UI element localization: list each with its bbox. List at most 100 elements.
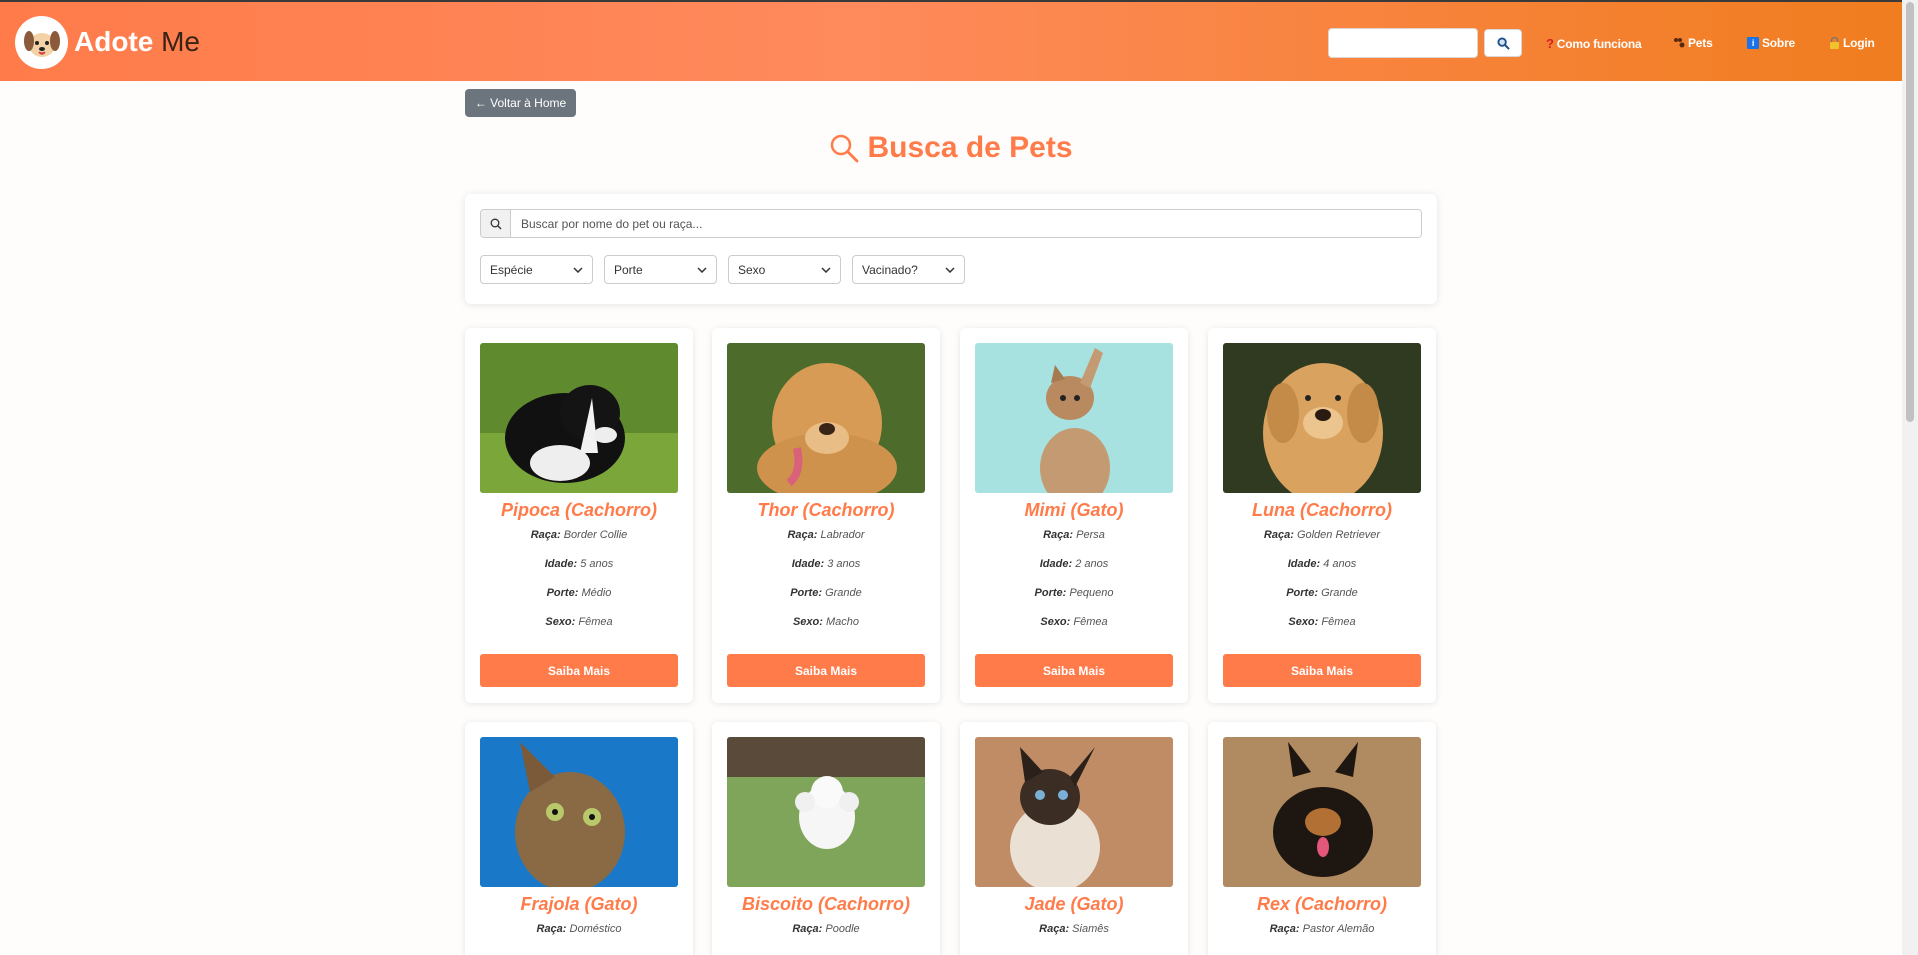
pet-size: Porte: Pequeno — [960, 587, 1188, 599]
page-scrollbar[interactable] — [1902, 0, 1918, 955]
paw-icon — [1674, 38, 1685, 48]
field-label: Raça: — [787, 529, 818, 541]
pet-name: Thor (Cachorro) — [757, 500, 895, 520]
pet-photo-cat — [975, 343, 1173, 493]
pet-breed: Raça: Siamês — [960, 923, 1188, 935]
field-value: 2 anos — [1075, 558, 1109, 570]
pet-search-input[interactable] — [511, 210, 1421, 237]
info-icon: i — [1747, 37, 1759, 49]
field-value: Poodle — [825, 923, 860, 935]
vaccinated-select[interactable]: Vacinado? — [852, 255, 965, 284]
pet-sex: Sexo: Fêmea — [465, 616, 693, 628]
question-icon: ? — [1546, 36, 1554, 51]
pet-breed: Raça: Doméstico — [465, 923, 693, 935]
pet-age: Idade: 4 anos — [1208, 558, 1436, 570]
select-value: Porte — [614, 262, 643, 277]
pet-search-group — [480, 209, 1422, 238]
pet-sex: Sexo: Macho — [712, 616, 940, 628]
field-label: Raça: — [536, 923, 567, 935]
field-label: Raça: — [1269, 923, 1300, 935]
brand-name[interactable]: Adote Me — [74, 26, 200, 58]
site-header: Adote Me ? Como funciona Pets i Sobre Lo… — [0, 0, 1902, 81]
pet-breed: Raça: Border Collie — [465, 529, 693, 541]
pet-card: Mimi (Gato) Raça: Persa Idade: 2 anos Po… — [960, 328, 1188, 703]
button-label: Saiba Mais — [794, 663, 858, 678]
saiba-mais-button[interactable]: Saiba Mais — [1223, 654, 1421, 687]
pet-name: Jade (Gato) — [1024, 894, 1124, 914]
header-search-input[interactable] — [1328, 28, 1478, 58]
field-value: Grande — [825, 587, 862, 599]
search-icon — [831, 134, 859, 163]
sex-select[interactable]: Sexo — [728, 255, 841, 284]
pet-breed: Raça: Golden Retriever — [1208, 529, 1436, 541]
pet-name: Biscoito (Cachorro) — [741, 894, 910, 914]
page-title-text: Busca de Pets — [867, 131, 1073, 164]
pet-age: Idade: 3 anos — [712, 558, 940, 570]
field-value: Grande — [1321, 587, 1358, 599]
field-label: Idade: — [791, 558, 825, 570]
field-label: Raça: — [1263, 529, 1294, 541]
pet-card: Frajola (Gato) Raça: Doméstico — [465, 722, 693, 955]
nav-login[interactable]: Login — [1829, 36, 1875, 50]
saiba-mais-button[interactable]: Saiba Mais — [975, 654, 1173, 687]
nav-como-funciona[interactable]: ? Como funciona — [1546, 36, 1642, 51]
pet-breed: Raça: Poodle — [712, 923, 940, 935]
pet-name: Frajola (Gato) — [520, 894, 638, 914]
pet-name: Pipoca (Cachorro) — [500, 500, 658, 520]
pet-photo-dog — [480, 343, 678, 493]
brand-rest: Me — [153, 26, 201, 57]
select-value: Espécie — [490, 262, 533, 277]
field-value: 4 anos — [1323, 558, 1357, 570]
nav-label: Sobre — [1762, 36, 1796, 50]
filter-panel: Espécie Porte Sexo Vacinado? — [465, 194, 1437, 304]
pet-photo-dog — [727, 737, 925, 887]
brand-bold: Adote — [74, 26, 154, 57]
pet-card: Biscoito (Cachorro) Raça: Poodle — [712, 722, 940, 955]
pet-card: Jade (Gato) Raça: Siamês — [960, 722, 1188, 955]
field-label: Sexo: — [1288, 616, 1319, 628]
species-select[interactable]: Espécie — [480, 255, 593, 284]
pet-photo-dog — [1223, 343, 1421, 493]
back-home-label: ← Voltar à Home — [474, 96, 567, 110]
field-label: Idade: — [1287, 558, 1321, 570]
field-value: Médio — [581, 587, 612, 599]
pet-sex: Sexo: Fêmea — [1208, 616, 1436, 628]
chevron-down-icon — [573, 266, 583, 273]
field-label: Raça: — [1043, 529, 1074, 541]
nav-sobre[interactable]: i Sobre — [1747, 36, 1795, 50]
header-search-button[interactable] — [1484, 29, 1522, 57]
pet-breed: Raça: Persa — [960, 529, 1188, 541]
chevron-down-icon — [821, 266, 831, 273]
pet-photo-dog — [1223, 737, 1421, 887]
pet-card: Pipoca (Cachorro) Raça: Border Collie Id… — [465, 328, 693, 703]
field-value: Macho — [826, 616, 860, 628]
field-label: Sexo: — [545, 616, 576, 628]
search-icon — [481, 210, 511, 237]
pet-name: Luna (Cachorro) — [1251, 500, 1392, 520]
back-home-button[interactable]: ← Voltar à Home — [465, 89, 576, 117]
field-label: Porte: — [1034, 587, 1067, 599]
nav-pets[interactable]: Pets — [1673, 36, 1713, 50]
dog-logo-icon[interactable] — [15, 16, 68, 69]
field-label: Sexo: — [1040, 616, 1071, 628]
field-label: Porte: — [1286, 587, 1318, 599]
scrollbar-thumb[interactable] — [1906, 2, 1914, 422]
pet-photo-dog — [727, 343, 925, 493]
button-label: Saiba Mais — [1042, 663, 1106, 678]
field-label: Raça: — [1039, 923, 1070, 935]
nav-label: Login — [1843, 36, 1875, 50]
pet-breed: Raça: Labrador — [712, 529, 940, 541]
field-value: 3 anos — [827, 558, 861, 570]
size-select[interactable]: Porte — [604, 255, 717, 284]
pet-name: Mimi (Gato) — [1024, 500, 1124, 520]
field-value: Fêmea — [1321, 616, 1356, 628]
pet-card: Luna (Cachorro) Raça: Golden Retriever I… — [1208, 328, 1436, 703]
saiba-mais-button[interactable]: Saiba Mais — [480, 654, 678, 687]
page-title: Busca de Pets — [0, 131, 1902, 165]
field-value: Pastor Alemão — [1302, 923, 1375, 935]
field-value: Fêmea — [578, 616, 613, 628]
field-value: Border Collie — [563, 529, 628, 541]
field-label: Idade: — [544, 558, 578, 570]
saiba-mais-button[interactable]: Saiba Mais — [727, 654, 925, 687]
button-label: Saiba Mais — [1290, 663, 1354, 678]
